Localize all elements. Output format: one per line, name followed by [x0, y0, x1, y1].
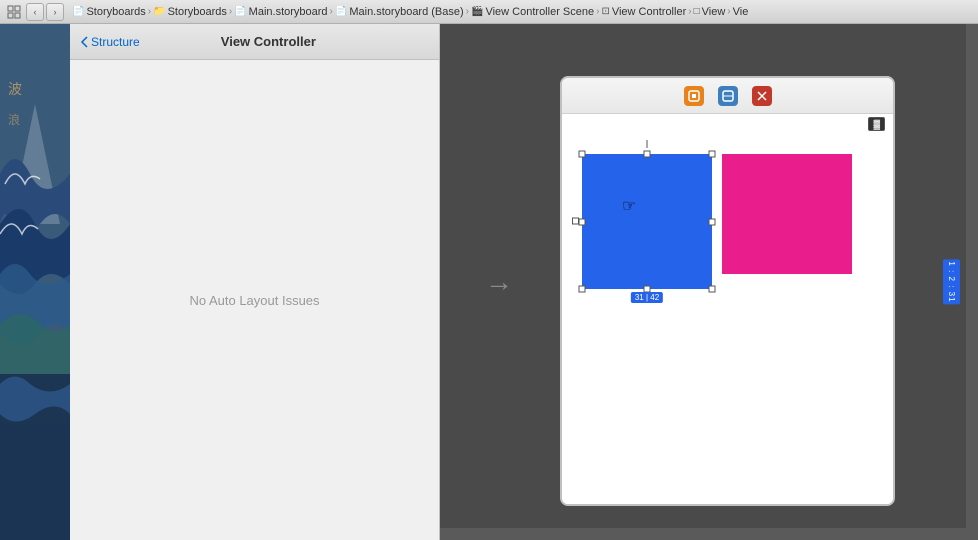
- breadcrumb-item-4[interactable]: 📄 Main.storyboard (Base): [335, 6, 464, 18]
- storyboard-icon: 📄: [234, 6, 246, 17]
- breadcrumb-item-8[interactable]: Vie: [733, 6, 749, 18]
- grid-icon: [6, 4, 22, 20]
- structure-back-button[interactable]: Structure: [80, 35, 140, 49]
- canvas-arrow: →: [485, 266, 513, 298]
- handle-mid-right[interactable]: [709, 218, 716, 225]
- right-scrollbar[interactable]: [966, 24, 978, 540]
- handle-bot-left[interactable]: [579, 286, 586, 293]
- breadcrumb-item-1[interactable]: 📄 Storyboards: [72, 6, 146, 18]
- inspector-panel: Structure View Controller No Auto Layout…: [70, 24, 440, 540]
- nav-buttons: ‹ ›: [26, 3, 64, 21]
- handle-mid-left[interactable]: [579, 218, 586, 225]
- battery-icon: ▓: [868, 117, 885, 131]
- view-icon: □: [694, 6, 700, 17]
- phone-toolbar-icon-red: [752, 86, 772, 106]
- sep-7: ›: [727, 6, 730, 17]
- artwork-panel: 波 浪: [0, 24, 70, 540]
- sep-5: ›: [596, 6, 599, 17]
- phone-toolbar: [562, 78, 893, 114]
- measure-label: 31 | 42: [631, 292, 663, 303]
- no-issues-label: No Auto Layout Issues: [189, 293, 319, 308]
- folder-icon: 📁: [153, 6, 165, 17]
- sep-3: ›: [330, 6, 333, 17]
- phone-mockup: ▓ ☞: [560, 76, 895, 506]
- breadcrumb-item-3[interactable]: 📄 Main.storyboard: [234, 6, 327, 18]
- file-icon: 📄: [72, 6, 84, 17]
- storyboard2-icon: 📄: [335, 6, 347, 17]
- breadcrumb: 📄 Storyboards › 📁 Storyboards › 📄 Main.s…: [72, 6, 748, 18]
- handle-bot-right[interactable]: [709, 286, 716, 293]
- hokusai-image: 波 浪: [0, 24, 70, 540]
- svg-text:浪: 浪: [8, 112, 20, 127]
- breadcrumb-item-2[interactable]: 📁 Storyboards: [153, 6, 227, 18]
- nav-forward-button[interactable]: ›: [46, 3, 64, 21]
- pink-view-square[interactable]: [722, 154, 852, 274]
- right-ruler-badge: 1 : 2 : 31: [943, 259, 960, 304]
- sep-4: ›: [466, 6, 469, 17]
- handle-top-right[interactable]: [709, 151, 716, 158]
- canvas-area[interactable]: →: [440, 24, 978, 540]
- nav-back-button[interactable]: ‹: [26, 3, 44, 21]
- handle-top-center[interactable]: [644, 151, 651, 158]
- toolbar: ‹ › 📄 Storyboards › 📁 Storyboards › 📄 Ma…: [0, 0, 978, 24]
- handle-left-outer[interactable]: [572, 218, 579, 225]
- top-selection-handle: [647, 140, 648, 148]
- main-area: 波 浪 Structure View Controller No Auto La…: [0, 24, 978, 540]
- phone-toolbar-icon-orange: [684, 86, 704, 106]
- sep-6: ›: [688, 6, 691, 17]
- sep-1: ›: [148, 6, 151, 17]
- inspector-title: View Controller: [221, 34, 316, 49]
- vc-icon: ⊡: [601, 6, 609, 17]
- sep-2: ›: [229, 6, 232, 17]
- svg-text:波: 波: [8, 82, 22, 98]
- inspector-body: No Auto Layout Issues: [70, 60, 439, 540]
- phone-toolbar-icon-blue: [718, 86, 738, 106]
- phone-content[interactable]: ☞ 31 | 42: [562, 134, 893, 504]
- breadcrumb-item-6[interactable]: ⊡ View Controller: [601, 6, 686, 18]
- inspector-header: Structure View Controller: [70, 24, 439, 60]
- phone-status-bar: ▓: [562, 114, 893, 134]
- scene-icon: 🎬: [471, 6, 483, 17]
- handle-top-left[interactable]: [579, 151, 586, 158]
- breadcrumb-item-7[interactable]: □ View: [694, 6, 726, 18]
- bottom-scrollbar[interactable]: [440, 528, 966, 540]
- cursor-hand-icon: ☞: [622, 199, 636, 215]
- breadcrumb-item-5[interactable]: 🎬 View Controller Scene: [471, 6, 594, 18]
- blue-view-square[interactable]: ☞ 31 | 42: [582, 154, 712, 289]
